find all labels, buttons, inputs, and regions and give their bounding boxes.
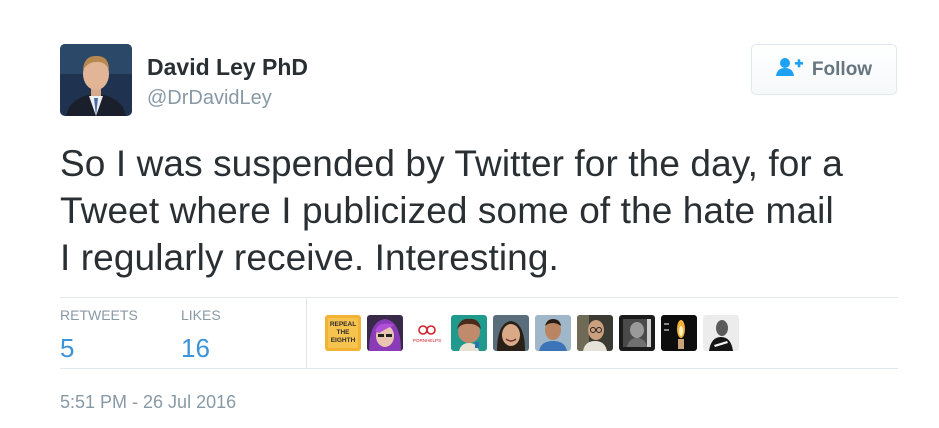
follow-button[interactable]: Follow [751,44,897,95]
bw-speaker-avatar[interactable] [703,315,739,351]
man-blue-shirt-avatar[interactable] [535,315,571,351]
teal-portrait-avatar[interactable] [451,315,487,351]
tweet-text-line: I regularly receive. Interesting. [60,237,559,278]
stats-divider [306,297,307,368]
bw-photo-avatar[interactable] [619,315,655,351]
follow-person-plus-icon [775,57,804,82]
repeal-text-line: THE [337,329,351,336]
pornhelps-text: PORNHELPS [413,338,441,343]
retweets-count[interactable]: 5 [60,332,138,364]
likes-label: LIKES [181,307,221,323]
purple-hair-avatar[interactable] [367,315,403,351]
retweets-stat[interactable]: RETWEETS 5 [60,306,138,364]
author-screen-name[interactable]: @DrDavidLey [147,86,272,110]
tweet-text-line: So I was suspended by Twitter for the da… [60,143,843,184]
retweets-label: RETWEETS [60,307,138,323]
repeal-text-line: REPEAL [330,321,356,328]
tweet-text: So I was suspended by Twitter for the da… [60,140,920,281]
stats-bottom-divider [60,368,898,369]
tweet-text-line: Tweet where I publicized some of the hat… [60,190,834,231]
smiling-woman-avatar[interactable] [493,315,529,351]
repeal-the-eighth-avatar[interactable]: REPEAL THE EIGHTH [325,315,361,351]
author-display-name[interactable]: David Ley PhD [147,53,308,81]
man-glasses-avatar[interactable] [577,315,613,351]
tweet-timestamp[interactable]: 5:51 PM - 26 Jul 2016 [60,391,236,413]
pornhelps-avatar[interactable]: PORNHELPS [409,315,445,351]
repeal-text-line: EIGHTH [331,337,356,344]
likes-count[interactable]: 16 [181,332,221,364]
tweet-card: David Ley PhD @DrDavidLey Follow So I wa… [0,0,939,428]
likes-stat[interactable]: LIKES 16 [181,306,221,364]
author-avatar[interactable] [60,44,132,116]
follow-button-label: Follow [811,58,873,80]
stats-top-divider [60,297,898,298]
candle-avatar[interactable] [661,315,697,351]
liker-avatars: REPEAL THE EIGHTH PORNHELPS [325,315,739,351]
